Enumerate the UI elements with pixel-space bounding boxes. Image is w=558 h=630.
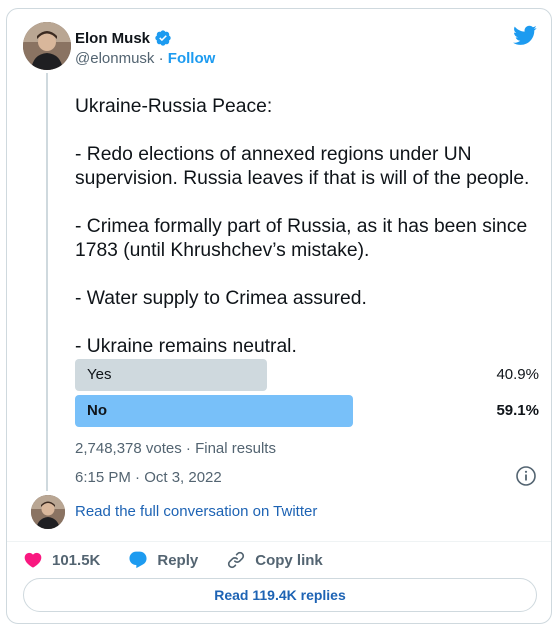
poll-option-label: Yes — [87, 366, 112, 383]
tweet-line: Ukraine-Russia Peace: — [75, 96, 273, 117]
tweet-line: - Crimea formally part of Russia, as it … — [75, 216, 528, 261]
tweet-line: - Water supply to Crimea assured. — [75, 288, 367, 309]
author-name-row: Elon Musk — [75, 29, 172, 47]
viewer-avatar[interactable] — [31, 495, 65, 529]
copy-link-label: Copy link — [255, 551, 323, 569]
info-icon[interactable] — [515, 465, 537, 487]
read-replies-button[interactable]: Read 119.4K replies — [23, 578, 537, 612]
poll-option-no: No 59.1% — [75, 395, 545, 427]
tweet-line: - Redo elections of annexed regions unde… — [75, 144, 530, 189]
follow-button[interactable]: Follow — [168, 50, 216, 67]
poll-option-label: No — [87, 402, 107, 419]
author-avatar[interactable] — [23, 22, 71, 70]
link-icon — [226, 550, 246, 570]
poll-option-percent: 59.1% — [496, 402, 539, 419]
like-button[interactable]: 101.5K — [23, 550, 100, 570]
reply-label: Reply — [157, 551, 199, 569]
thread-line — [46, 73, 48, 491]
reply-bubble-icon — [128, 550, 148, 570]
poll-option-yes: Yes 40.9% — [75, 359, 545, 391]
tweet-text: Ukraine-Russia Peace: - Redo elections o… — [75, 95, 545, 359]
tweet-timestamp[interactable]: 6:15 PM · Oct 3, 2022 — [75, 469, 222, 486]
tweet-actions: 101.5K Reply Copy link — [23, 545, 351, 575]
poll-bar-no — [75, 395, 353, 427]
verified-badge-icon — [154, 29, 172, 47]
tweet-line: - Ukraine remains neutral. — [75, 336, 297, 357]
copy-link-button[interactable]: Copy link — [226, 550, 323, 570]
handle-separator: · — [158, 50, 164, 67]
poll-option-percent: 40.9% — [496, 366, 539, 383]
tweet-card: Elon Musk @elonmusk · Follow Ukraine-Rus… — [6, 8, 552, 624]
author-handle[interactable]: @elonmusk — [75, 50, 154, 67]
heart-icon — [23, 550, 43, 570]
poll-summary: 2,748,378 votes · Final results — [75, 440, 276, 457]
divider — [7, 541, 551, 542]
author-display-name[interactable]: Elon Musk — [75, 30, 150, 47]
read-conversation-link[interactable]: Read the full conversation on Twitter — [75, 503, 317, 520]
twitter-bird-icon[interactable] — [513, 23, 537, 47]
author-handle-row: @elonmusk · Follow — [75, 50, 215, 67]
reply-button[interactable]: Reply — [128, 550, 198, 570]
like-count: 101.5K — [52, 551, 101, 569]
